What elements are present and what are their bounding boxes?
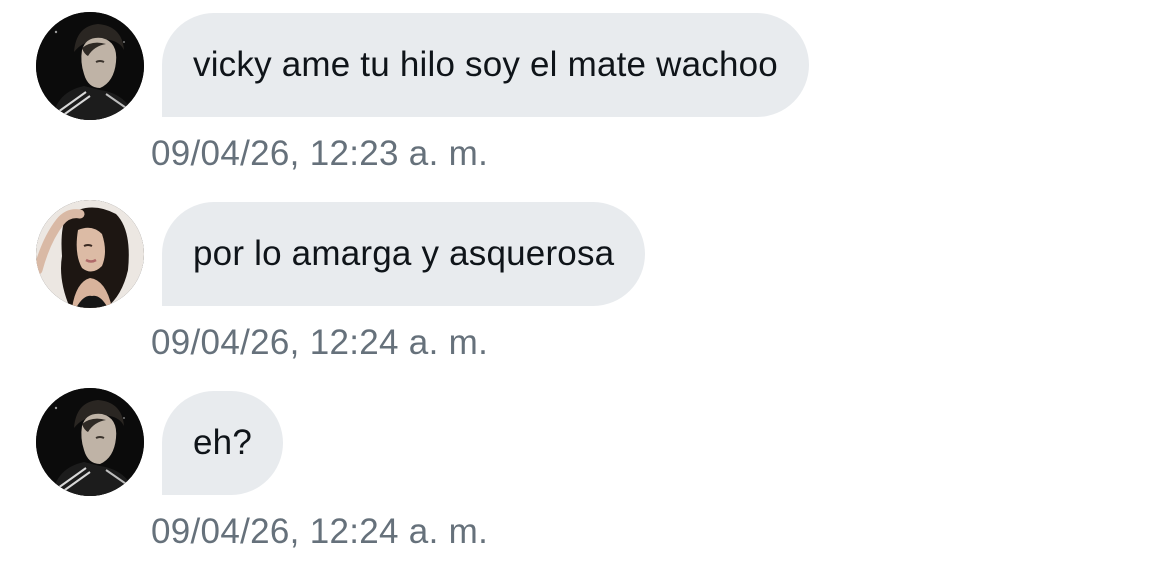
avatar[interactable] <box>36 388 144 496</box>
message-bubble[interactable]: por lo amarga y asquerosa <box>162 202 646 306</box>
avatar-dark-haired-person-icon <box>36 388 144 496</box>
avatar[interactable] <box>36 200 144 308</box>
message-text: eh? <box>193 423 252 462</box>
message-text: por lo amarga y asquerosa <box>193 234 615 273</box>
avatar-dark-haired-person-icon <box>36 12 144 120</box>
message-timestamp: 09/04/26, 12:24 a. m. <box>151 512 489 551</box>
avatar-woman-posing-icon <box>36 200 144 308</box>
message-timestamp: 09/04/26, 12:24 a. m. <box>151 323 489 362</box>
message-bubble[interactable]: vicky ame tu hilo soy el mate wachoo <box>162 13 809 117</box>
message-text: vicky ame tu hilo soy el mate wachoo <box>193 45 778 84</box>
message-timestamp: 09/04/26, 12:23 a. m. <box>151 134 489 173</box>
message-bubble[interactable]: eh? <box>162 391 283 495</box>
avatar[interactable] <box>36 12 144 120</box>
